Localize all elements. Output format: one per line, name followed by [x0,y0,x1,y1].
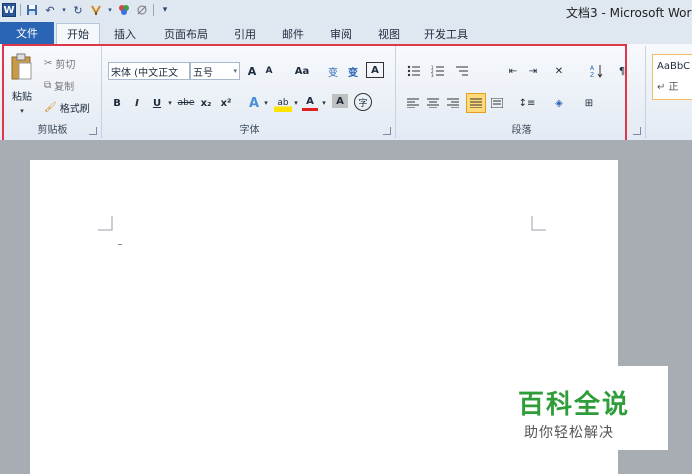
style-normal-preview[interactable]: AaBbC ↵ 正 [652,54,692,100]
window-title: 文档3 - Microsoft Word [566,6,692,20]
redo-icon[interactable]: ↻ [71,3,85,17]
watermark-logo: 百科全说 助你轻松解决 [512,366,668,450]
clear-icon[interactable] [135,3,149,17]
margin-corner-top-left [98,216,113,231]
watermark-subtitle: 助你轻松解决 [524,425,614,441]
tab-insert[interactable]: 插入 [114,26,136,42]
style-name-label: ↵ 正 [657,82,679,93]
ribbon-tabs: 文件 开始 插入 页面布局 引用 邮件 审阅 视图 开发工具 [0,22,692,45]
separator [20,4,21,16]
dropdown-icon[interactable]: ▾ [61,3,67,17]
tab-page-layout[interactable]: 页面布局 [164,26,208,42]
dropdown-icon[interactable]: ▾ [107,3,113,17]
title-bar: W ↶ ▾ ↻ ▾ ▾ 文档3 - Microsoft Word [0,0,692,22]
separator [153,4,154,16]
word-logo-icon[interactable]: W [2,3,16,17]
tab-references[interactable]: 引用 [234,26,256,42]
text-cursor [118,244,122,245]
quick-access-toolbar: W ↶ ▾ ↻ ▾ ▾ [2,3,172,17]
tab-developer[interactable]: 开发工具 [424,26,468,42]
undo-icon[interactable]: ↶ [43,3,57,17]
tab-view[interactable]: 视图 [378,26,400,42]
tab-review[interactable]: 审阅 [330,26,352,42]
watermark-title: 百科全说 [518,390,631,420]
format-painter-icon[interactable] [89,3,103,17]
customize-icon[interactable]: ▾ [158,3,172,17]
save-icon[interactable] [25,3,39,17]
tab-home[interactable]: 开始 [56,23,100,44]
paragraph-launcher-icon[interactable] [633,127,641,135]
tab-mailings[interactable]: 邮件 [282,26,304,42]
color-icon[interactable] [117,3,131,17]
margin-corner-top-right [531,216,546,231]
style-preview-text: AaBbC [657,61,691,72]
tab-file[interactable]: 文件 [0,22,54,44]
